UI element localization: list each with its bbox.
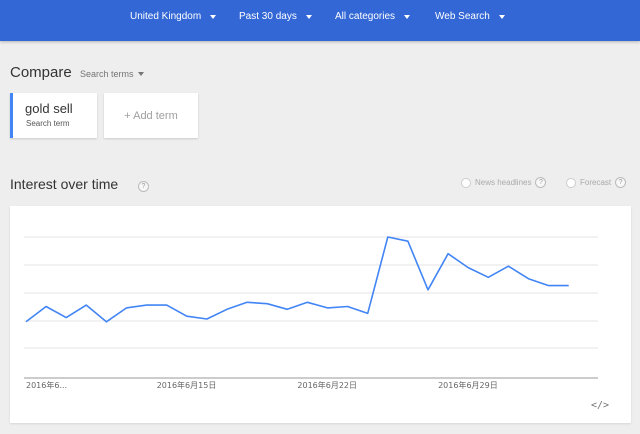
category-filter-label: All categories bbox=[335, 11, 396, 22]
time-range-filter-label: Past 30 days bbox=[239, 11, 297, 22]
compare-title: Compare bbox=[10, 64, 72, 81]
data-point[interactable] bbox=[164, 302, 170, 308]
news-headlines-checkbox[interactable] bbox=[461, 177, 471, 188]
embed-code-icon[interactable]: </> bbox=[591, 400, 609, 411]
interest-chart-card: 2016年6... 2016年6月15日 2016年6月22日 2016年6月29日 … bbox=[10, 206, 631, 423]
data-point[interactable] bbox=[445, 251, 451, 257]
data-point[interactable] bbox=[184, 313, 190, 319]
x-tick-label: 2016年6... bbox=[26, 380, 67, 390]
data-point[interactable] bbox=[526, 276, 532, 282]
news-headlines-label: News headlines bbox=[475, 178, 532, 187]
data-point[interactable] bbox=[566, 283, 572, 289]
forecast-label: Forecast bbox=[580, 178, 612, 187]
help-icon[interactable]: ? bbox=[615, 177, 627, 188]
forecast-checkbox[interactable] bbox=[566, 177, 576, 188]
chevron-down-icon bbox=[498, 14, 505, 19]
search-term-sublabel: Search term bbox=[26, 119, 70, 128]
compare-type-dropdown[interactable]: Search terms bbox=[80, 69, 144, 79]
search-type-filter[interactable]: Web Search bbox=[435, 11, 505, 22]
data-point[interactable] bbox=[284, 306, 290, 312]
news-headlines-option[interactable]: News headlines ? bbox=[461, 177, 547, 188]
category-filter[interactable]: All categories bbox=[335, 11, 411, 22]
data-point[interactable] bbox=[505, 263, 511, 269]
data-point[interactable] bbox=[385, 234, 391, 240]
chevron-down-icon bbox=[210, 14, 217, 19]
data-point[interactable] bbox=[83, 302, 89, 308]
data-point[interactable] bbox=[546, 283, 552, 289]
x-tick-label: 2016年6月22日 bbox=[297, 380, 357, 390]
data-point[interactable] bbox=[264, 301, 270, 307]
data-point[interactable] bbox=[103, 319, 109, 325]
compare-type-label: Search terms bbox=[80, 69, 134, 79]
region-filter-label: United Kingdom bbox=[130, 11, 202, 22]
search-type-filter-label: Web Search bbox=[435, 11, 490, 22]
data-point[interactable] bbox=[325, 305, 331, 311]
data-point[interactable] bbox=[43, 304, 49, 310]
data-point[interactable] bbox=[224, 306, 230, 312]
chevron-down-icon bbox=[305, 14, 312, 19]
data-point[interactable] bbox=[485, 274, 491, 280]
interest-line-chart[interactable]: 2016年6... 2016年6月15日 2016年6月22日 2016年6月29日 bbox=[10, 206, 631, 396]
search-term-name: gold sell bbox=[25, 101, 73, 116]
help-icon[interactable]: ? bbox=[535, 177, 547, 188]
top-filter-bar: United Kingdom Past 30 days All categori… bbox=[0, 0, 640, 41]
data-point[interactable] bbox=[244, 299, 250, 305]
data-point[interactable] bbox=[345, 304, 351, 310]
help-icon[interactable]: ? bbox=[138, 181, 149, 192]
data-point[interactable] bbox=[144, 302, 150, 308]
data-point[interactable] bbox=[425, 287, 431, 293]
data-point[interactable] bbox=[204, 316, 210, 322]
x-tick-label: 2016年6月15日 bbox=[157, 380, 217, 390]
search-term-card[interactable]: gold sell Search term bbox=[10, 93, 97, 138]
region-filter[interactable]: United Kingdom bbox=[130, 11, 217, 22]
data-point[interactable] bbox=[124, 305, 130, 311]
data-point[interactable] bbox=[304, 299, 310, 305]
data-point[interactable] bbox=[405, 238, 411, 244]
add-term-button[interactable]: + Add term bbox=[104, 93, 198, 138]
chevron-down-icon bbox=[404, 14, 411, 19]
data-point[interactable] bbox=[365, 310, 371, 316]
data-point[interactable] bbox=[63, 315, 69, 321]
time-range-filter[interactable]: Past 30 days bbox=[239, 11, 312, 22]
x-tick-label: 2016年6月29日 bbox=[438, 380, 498, 390]
chevron-down-icon bbox=[137, 72, 144, 76]
data-point[interactable] bbox=[23, 319, 29, 325]
interest-over-time-title: Interest over time bbox=[10, 176, 119, 192]
data-point[interactable] bbox=[465, 265, 471, 271]
forecast-option[interactable]: Forecast ? bbox=[566, 177, 627, 188]
